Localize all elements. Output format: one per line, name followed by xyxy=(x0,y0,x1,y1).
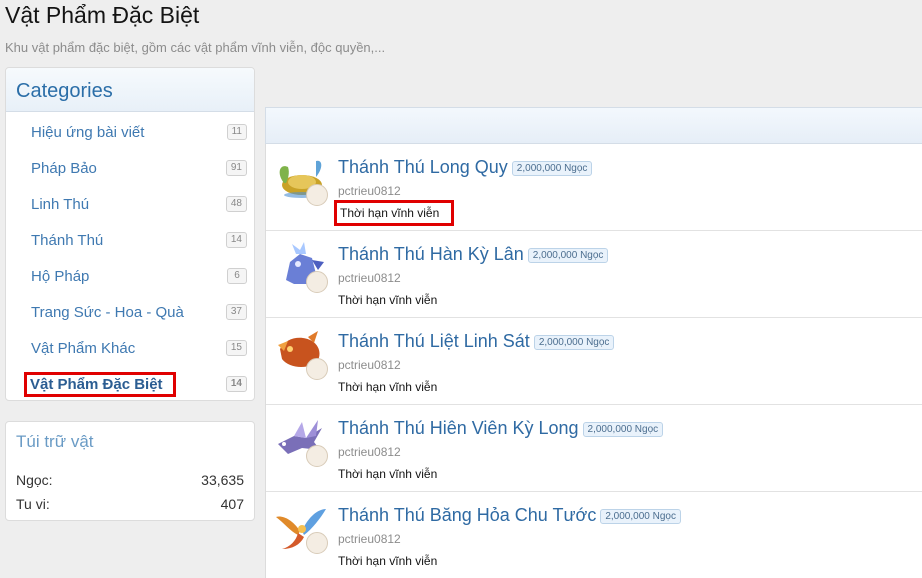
item-name-text: Thánh Thú Long Quy xyxy=(338,157,508,177)
page-title: Vật Phẩm Đặc Biệt xyxy=(5,2,200,28)
avatar[interactable] xyxy=(306,445,328,467)
category-label: Vật Phẩm Khác xyxy=(31,339,136,357)
avatar[interactable] xyxy=(306,184,328,206)
category-label: Pháp Bảo xyxy=(31,159,97,177)
avatar[interactable] xyxy=(306,271,328,293)
category-label: Thánh Thú xyxy=(31,231,104,249)
list-item: Thánh Thú Hàn Kỳ Lân 2,000,000 Ngọc pctri… xyxy=(266,231,922,318)
item-title[interactable]: Thánh Thú Liệt Linh Sát 2,000,000 Ngọc xyxy=(338,331,615,352)
category-label: Hiệu ứng bài viết xyxy=(31,123,145,141)
categories-title: Categories xyxy=(6,68,254,112)
category-label: Hộ Pháp xyxy=(31,267,90,285)
category-item-linh-thu[interactable]: Linh Thú 48 xyxy=(6,186,254,222)
category-count-badge: 6 xyxy=(227,268,247,284)
item-seller[interactable]: pctrieu0812 xyxy=(338,358,401,372)
categories-panel: Categories Hiệu ứng bài viết 11 Pháp Bảo… xyxy=(5,67,255,401)
item-title[interactable]: Thánh Thú Hàn Kỳ Lân 2,000,000 Ngọc xyxy=(338,244,609,265)
item-title[interactable]: Thánh Thú Long Quy 2,000,000 Ngọc xyxy=(338,157,593,178)
inventory-panel: Túi trữ vật Ngọc: 33,635 Tu vi: 407 xyxy=(5,421,255,521)
price-badge: 2,000,000 Ngọc xyxy=(527,248,609,263)
category-count-badge: 11 xyxy=(226,124,247,140)
item-seller[interactable]: pctrieu0812 xyxy=(338,271,401,285)
inventory-label: Tu vi: xyxy=(16,496,50,512)
category-count-badge: 15 xyxy=(225,340,247,356)
category-item-trang-suc-hoa-qua[interactable]: Trang Sức - Hoa - Quà 37 xyxy=(6,294,254,330)
category-count-badge: 14 xyxy=(225,232,247,248)
category-item-thanh-thu[interactable]: Thánh Thú 14 xyxy=(6,222,254,258)
inventory-value: 407 xyxy=(220,496,244,512)
item-seller[interactable]: pctrieu0812 xyxy=(338,184,401,198)
category-label: Trang Sức - Hoa - Quà xyxy=(31,303,184,321)
item-list-header xyxy=(265,107,922,144)
list-item: Thánh Thú Long Quy 2,000,000 Ngọc pctrieu… xyxy=(266,144,922,231)
category-count-badge: 91 xyxy=(225,160,247,176)
price-badge: 2,000,000 Ngọc xyxy=(600,509,681,524)
avatar[interactable] xyxy=(306,358,328,380)
category-item-vat-pham-dac-biet[interactable]: Vật Phẩm Đặc Biệt 14 xyxy=(6,366,254,402)
item-duration: Thời hạn vĩnh viễn xyxy=(338,293,438,307)
price-badge: 2,000,000 Ngọc xyxy=(582,422,664,437)
category-item-hieu-ung-bai-viet[interactable]: Hiệu ứng bài viết 11 xyxy=(6,114,254,150)
item-name-text: Thánh Thú Băng Hỏa Chu Tước xyxy=(338,505,597,525)
item-name-text: Thánh Thú Hiên Viên Kỳ Long xyxy=(338,418,579,438)
category-item-phap-bao[interactable]: Pháp Bảo 91 xyxy=(6,150,254,186)
price-badge: 2,000,000 Ngọc xyxy=(533,335,615,350)
list-item: Thánh Thú Hiên Viên Kỳ Long 2,000,000 Ngọ… xyxy=(266,405,922,492)
category-item-ho-phap[interactable]: Hộ Pháp 6 xyxy=(6,258,254,294)
category-count-badge: 37 xyxy=(225,304,247,320)
item-duration: Thời hạn vĩnh viễn xyxy=(338,554,438,568)
inventory-label: Ngọc: xyxy=(16,472,53,488)
inventory-value: 33,635 xyxy=(201,472,244,488)
inventory-title: Túi trữ vật xyxy=(16,432,94,451)
item-list: Thánh Thú Long Quy 2,000,000 Ngọc pctrieu… xyxy=(265,144,922,578)
inventory-row-tu-vi: Tu vi: 407 xyxy=(16,492,244,516)
item-name-text: Thánh Thú Hàn Kỳ Lân xyxy=(338,244,524,264)
page-description: Khu vật phẩm đặc biệt, gồm các vật phẩm … xyxy=(5,40,386,55)
list-item: Thánh Thú Liệt Linh Sát 2,000,000 Ngọc pc… xyxy=(266,318,922,405)
category-label: Vật Phẩm Đặc Biệt xyxy=(24,371,176,397)
item-seller[interactable]: pctrieu0812 xyxy=(338,445,401,459)
item-seller[interactable]: pctrieu0812 xyxy=(338,532,401,546)
item-name-text: Thánh Thú Liệt Linh Sát xyxy=(338,331,530,351)
price-badge: 2,000,000 Ngọc xyxy=(511,161,593,176)
item-title[interactable]: Thánh Thú Băng Hỏa Chu Tước 2,000,000 Ngọ… xyxy=(338,505,681,526)
item-title[interactable]: Thánh Thú Hiên Viên Kỳ Long 2,000,000 Ngọ… xyxy=(338,418,664,439)
avatar[interactable] xyxy=(306,532,328,554)
inventory-row-ngoc: Ngọc: 33,635 xyxy=(16,468,244,492)
item-duration: Thời hạn vĩnh viễn xyxy=(338,380,438,394)
category-item-vat-pham-khac[interactable]: Vật Phẩm Khác 15 xyxy=(6,330,254,366)
category-list: Hiệu ứng bài viết 11 Pháp Bảo 91 Linh Th… xyxy=(6,112,254,402)
category-count-badge: 14 xyxy=(225,376,247,392)
category-count-badge: 48 xyxy=(225,196,247,212)
item-duration: Thời hạn vĩnh viễn xyxy=(334,200,455,226)
category-label: Linh Thú xyxy=(31,195,90,213)
item-duration: Thời hạn vĩnh viễn xyxy=(338,467,438,481)
list-item: Thánh Thú Băng Hỏa Chu Tước 2,000,000 Ngọ… xyxy=(266,492,922,578)
